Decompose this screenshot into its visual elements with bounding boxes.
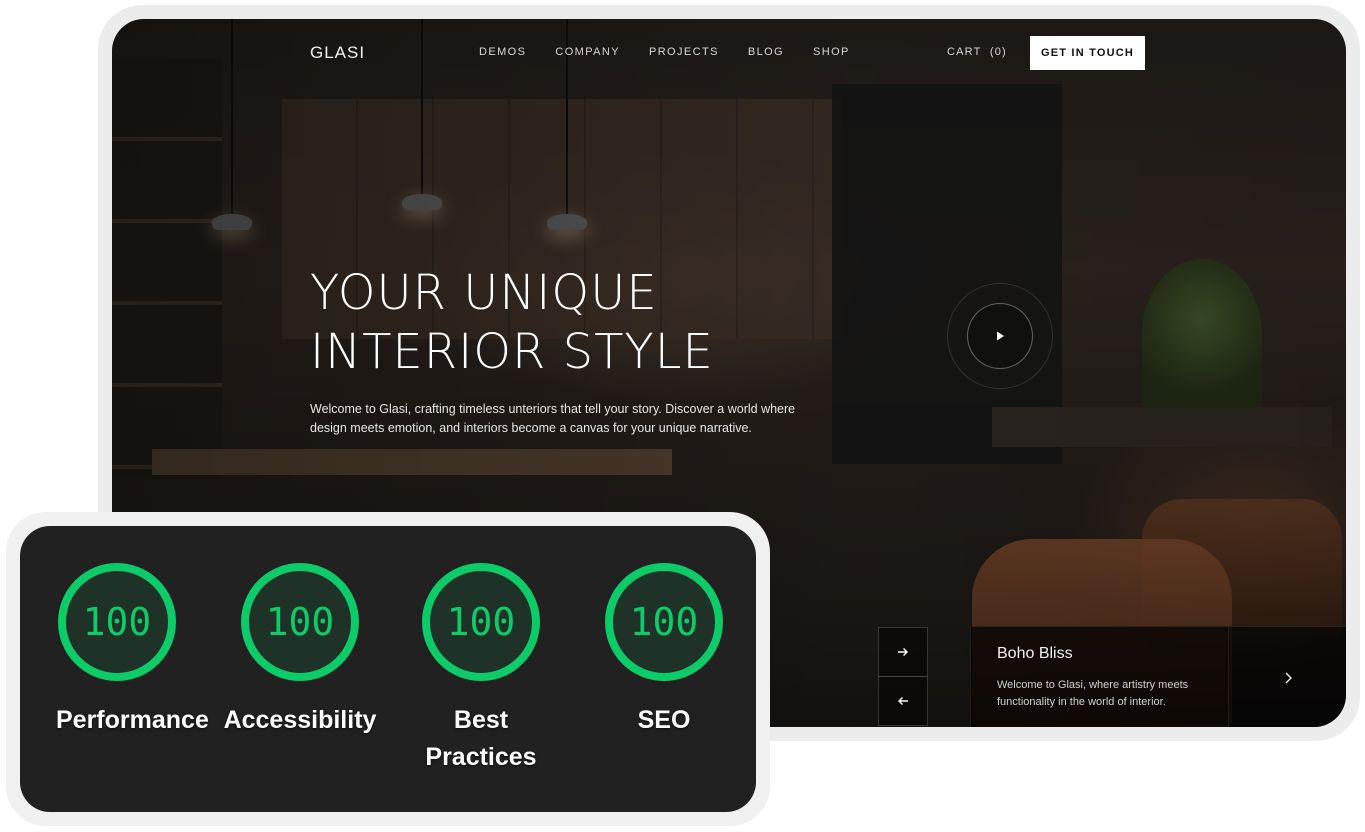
score-value: 100	[446, 600, 516, 644]
play-icon	[997, 331, 1004, 341]
slide-description: Welcome to Glasi, where artistry meets f…	[997, 679, 1189, 708]
hero-title-line1: YOUR UNIQUE	[310, 265, 658, 321]
nav-item-blog[interactable]: BLOG	[748, 46, 784, 58]
arrow-right-icon	[898, 648, 908, 656]
score-label: Accessibility	[223, 706, 377, 734]
score-seo: 100 SEO	[604, 562, 724, 739]
slide-next-button[interactable]	[1228, 626, 1346, 727]
nav-item-projects[interactable]: PROJECTS	[649, 46, 719, 58]
nav-item-demos[interactable]: DEMOS	[479, 46, 526, 58]
chevron-right-icon	[1285, 672, 1292, 683]
slider-prev-button[interactable]	[878, 676, 928, 726]
hero-title: YOUR UNIQUE INTERIOR STYLE	[310, 264, 714, 382]
score-value: 100	[82, 600, 152, 644]
score-value: 100	[629, 600, 699, 644]
play-button[interactable]	[967, 303, 1033, 369]
site-logo[interactable]: GLASI	[310, 43, 365, 63]
slider-next-button[interactable]	[878, 627, 928, 677]
slide-title: Boho Bliss	[997, 645, 1073, 662]
hero-subtitle: Welcome to Glasi, crafting timeless unte…	[310, 402, 796, 435]
score-gauge: 100	[421, 562, 541, 682]
score-label: Best Practices	[425, 706, 537, 771]
slide-card[interactable]: Boho Bliss Welcome to Glasi, where artis…	[970, 626, 1230, 727]
score-value: 100	[265, 600, 335, 644]
main-nav: DEMOS COMPANY PROJECTS BLOG SHOP	[479, 46, 879, 58]
nav-item-shop[interactable]: SHOP	[813, 46, 850, 58]
cart-link[interactable]: CART (0)	[947, 46, 1007, 58]
nav-item-company[interactable]: COMPANY	[555, 46, 620, 58]
score-accessibility: 100 Accessibility	[220, 562, 380, 739]
score-label: SEO	[637, 706, 691, 734]
score-performance: 100 Performance	[56, 562, 209, 739]
score-label: Performance	[56, 706, 209, 734]
score-gauge: 100	[240, 562, 360, 682]
get-in-touch-button[interactable]: GET IN TOUCH	[1030, 36, 1145, 70]
hero-title-line2: INTERIOR STYLE	[310, 324, 714, 380]
score-gauge: 100	[604, 562, 724, 682]
score-gauge: 100	[57, 562, 177, 682]
lighthouse-scores-panel: 100 Performance 100 Accessibility 100 Be…	[20, 526, 756, 812]
score-best-practices: 100 Best Practices	[421, 562, 541, 776]
arrow-left-icon	[898, 697, 908, 705]
